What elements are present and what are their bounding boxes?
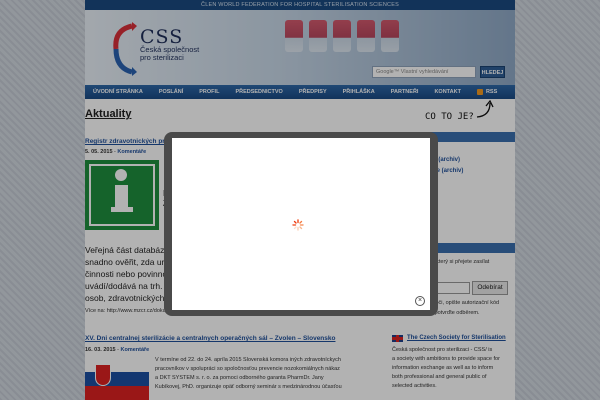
loading-spinner-icon (292, 219, 304, 231)
close-icon[interactable]: × (415, 296, 425, 306)
